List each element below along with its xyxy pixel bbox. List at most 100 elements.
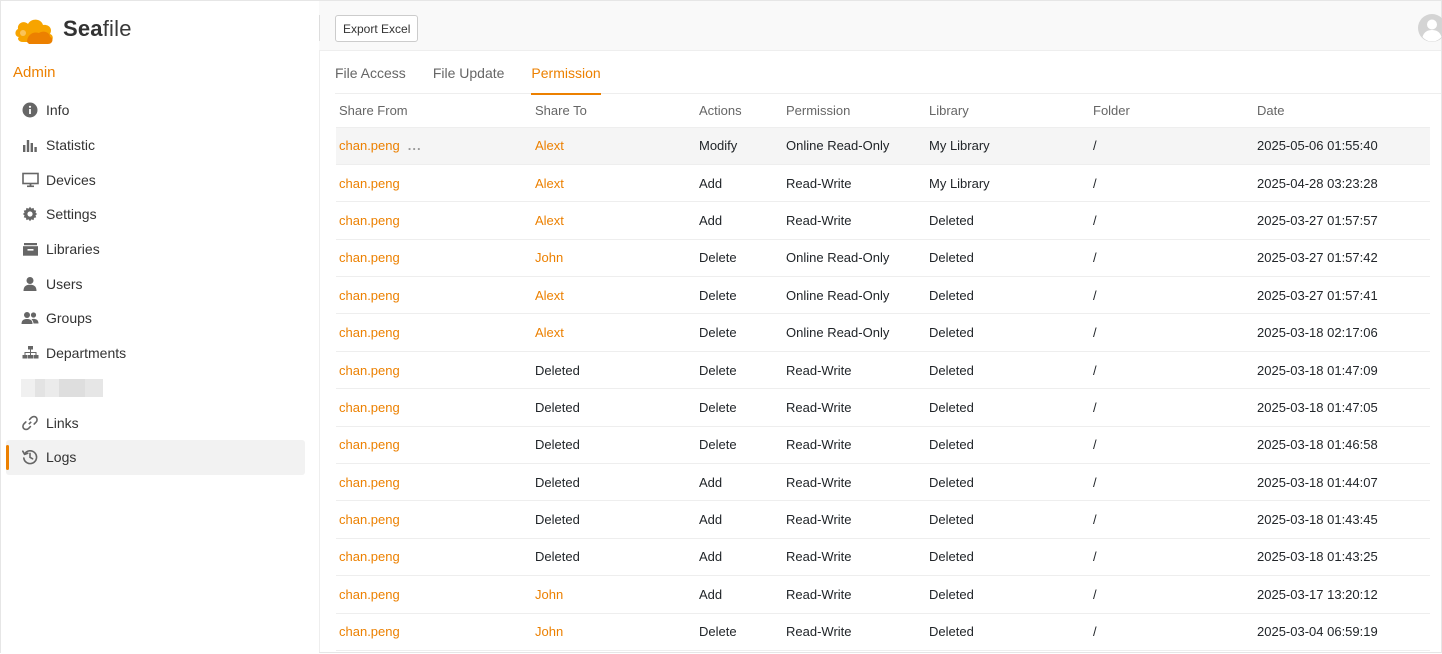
- permission-value: Read-Write: [786, 624, 852, 640]
- sidebar-item-settings[interactable]: Settings: [6, 197, 305, 232]
- cell-library: Deleted: [926, 500, 1090, 539]
- cell-date: 2025-03-18 01:43:25: [1254, 538, 1430, 577]
- cell-share-from: chan.peng: [336, 239, 532, 278]
- permission-value: Read-Write: [786, 399, 852, 415]
- share-to-link[interactable]: John: [535, 250, 563, 265]
- cell-permission: Read-Write: [783, 201, 926, 240]
- action-value: Delete: [699, 325, 737, 341]
- cell-action: Add: [696, 201, 783, 240]
- action-value: Add: [699, 175, 723, 191]
- folder-value: /: [1093, 175, 1097, 191]
- library-value: Deleted: [929, 399, 974, 415]
- cell-action: Delete: [696, 276, 783, 315]
- column-header-permission: Permission: [783, 94, 926, 128]
- date-value: 2025-03-18 01:47:09: [1257, 362, 1378, 378]
- share-from-link[interactable]: chan.peng: [339, 400, 400, 415]
- sidebar-item-logs[interactable]: Logs: [6, 439, 305, 475]
- sidebar-item-devices[interactable]: Devices: [6, 162, 305, 197]
- share-from-link[interactable]: chan.peng: [339, 138, 400, 153]
- date-value: 2025-03-17 13:20:12: [1257, 586, 1378, 602]
- cell-share-to: Deleted: [532, 500, 696, 539]
- cell-permission: Read-Write: [783, 500, 926, 539]
- share-to-link[interactable]: Alext: [535, 325, 564, 340]
- share-to-link[interactable]: John: [535, 587, 563, 602]
- date-value: 2025-03-04 06:59:19: [1257, 624, 1378, 640]
- sidebar-item-redacted[interactable]: [6, 371, 305, 406]
- share-to-link[interactable]: Alext: [535, 138, 564, 153]
- cell-permission: Online Read-Only: [783, 127, 926, 165]
- share-from-link[interactable]: chan.peng: [339, 250, 400, 265]
- share-from-link[interactable]: chan.peng: [339, 475, 400, 490]
- table-row: chan.peng Deleted Delete Read-Write Deleted /…: [336, 351, 1430, 390]
- info-icon: [21, 101, 39, 119]
- share-to-link[interactable]: John: [535, 624, 563, 639]
- cell-share-to: Alext: [532, 164, 696, 203]
- cell-folder: /: [1090, 276, 1254, 315]
- cell-library: Deleted: [926, 426, 1090, 465]
- date-value: 2025-03-18 01:47:05: [1257, 399, 1378, 415]
- share-from-link[interactable]: chan.peng: [339, 176, 400, 191]
- cell-action: Delete: [696, 351, 783, 390]
- share-from-link[interactable]: chan.peng: [339, 549, 400, 564]
- share-to-link[interactable]: Alext: [535, 288, 564, 303]
- date-value: 2025-04-28 03:23:28: [1257, 175, 1378, 191]
- tab-file-update[interactable]: File Update: [433, 51, 505, 94]
- share-to-link[interactable]: Alext: [535, 213, 564, 228]
- share-from-link[interactable]: chan.peng: [339, 587, 400, 602]
- tab-permission[interactable]: Permission: [531, 51, 601, 95]
- library-value: Deleted: [929, 549, 974, 565]
- share-from-link[interactable]: chan.peng: [339, 288, 400, 303]
- cell-share-from: chan.peng...: [336, 127, 532, 165]
- cell-date: 2025-03-18 01:43:45: [1254, 500, 1430, 539]
- sidebar-item-groups[interactable]: Groups: [6, 301, 305, 336]
- permission-value: Read-Write: [786, 586, 852, 602]
- seafile-logo[interactable]: Seafile: [13, 11, 132, 47]
- sidebar-section-title: Admin: [13, 64, 56, 81]
- sidebar-item-libraries[interactable]: Libraries: [6, 232, 305, 267]
- cell-permission: Read-Write: [783, 463, 926, 502]
- folder-value: /: [1093, 624, 1097, 640]
- cell-date: 2025-03-27 01:57:41: [1254, 276, 1430, 315]
- cell-folder: /: [1090, 201, 1254, 240]
- table-row: chan.peng Deleted Add Read-Write Deleted / 202…: [336, 463, 1430, 502]
- share-from-link[interactable]: chan.peng: [339, 213, 400, 228]
- sidebar-item-users[interactable]: Users: [6, 266, 305, 301]
- action-value: Delete: [699, 250, 737, 266]
- more-options-icon[interactable]: ...: [408, 138, 422, 153]
- cell-permission: Online Read-Only: [783, 239, 926, 278]
- library-icon: [21, 240, 39, 258]
- date-value: 2025-03-18 01:46:58: [1257, 437, 1378, 453]
- tab-file-access[interactable]: File Access: [335, 51, 406, 94]
- sidebar-item-info[interactable]: Info: [6, 93, 305, 128]
- share-from-link[interactable]: chan.peng: [339, 512, 400, 527]
- share-from-link[interactable]: chan.peng: [339, 325, 400, 340]
- cell-library: Deleted: [926, 613, 1090, 651]
- sidebar-nav: Info Statistic Devices Settings Librarie…: [6, 93, 305, 475]
- cell-folder: /: [1090, 239, 1254, 278]
- sidebar-item-statistic[interactable]: Statistic: [6, 128, 305, 163]
- cell-share-to: John: [532, 239, 696, 278]
- share-to-link[interactable]: Alext: [535, 176, 564, 191]
- share-from-link[interactable]: chan.peng: [339, 363, 400, 378]
- cell-permission: Online Read-Only: [783, 276, 926, 315]
- cell-folder: /: [1090, 500, 1254, 539]
- export-excel-button[interactable]: Export Excel: [335, 15, 419, 42]
- cell-action: Add: [696, 538, 783, 577]
- sidebar-item-links[interactable]: Links: [6, 405, 305, 440]
- cell-permission: Read-Write: [783, 575, 926, 614]
- folder-value: /: [1093, 287, 1097, 303]
- share-from-link[interactable]: chan.peng: [339, 437, 400, 452]
- cell-library: Deleted: [926, 351, 1090, 390]
- permission-value: Read-Write: [786, 512, 852, 528]
- sidebar-item-departments[interactable]: Departments: [6, 336, 305, 371]
- cell-share-from: chan.peng: [336, 613, 532, 651]
- cell-library: Deleted: [926, 388, 1090, 427]
- org-chart-icon: [21, 344, 39, 362]
- permission-value: Read-Write: [786, 549, 852, 565]
- share-from-link[interactable]: chan.peng: [339, 624, 400, 639]
- library-value: Deleted: [929, 586, 974, 602]
- seafile-logo-icon: [15, 19, 53, 44]
- user-avatar-icon[interactable]: [1417, 13, 1442, 43]
- cell-action: Modify: [696, 127, 783, 165]
- main-content: File Access File Update Permission Share…: [319, 51, 1441, 652]
